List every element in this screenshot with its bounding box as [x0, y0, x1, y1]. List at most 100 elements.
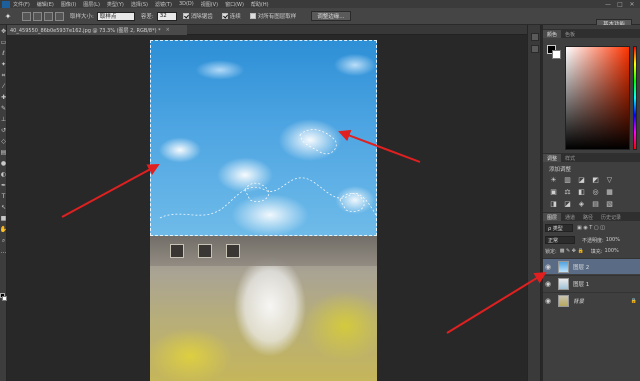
- layer-kind-filter[interactable]: ρ 类型: [545, 224, 573, 232]
- new-selection-icon[interactable]: [22, 11, 31, 21]
- close-tab-icon[interactable]: ×: [166, 27, 170, 33]
- opacity-value[interactable]: 100%: [606, 237, 620, 243]
- antialias-label: 消除锯齿: [190, 14, 213, 20]
- brush-tool-icon[interactable]: ✎: [0, 104, 7, 113]
- antialias-checkbox[interactable]: [182, 13, 189, 19]
- intersect-selection-icon[interactable]: [55, 11, 64, 21]
- gradient-tool-icon[interactable]: ▤: [0, 148, 7, 157]
- menu-help[interactable]: 帮助(H): [251, 1, 269, 8]
- lock-label: 锁定:: [545, 248, 557, 255]
- pen-tool-icon[interactable]: ✒: [0, 181, 7, 190]
- magic-wand-tool-icon[interactable]: ✦: [2, 11, 14, 22]
- contiguous-checkbox[interactable]: [221, 13, 228, 19]
- menu-filter[interactable]: 滤镜(T): [155, 1, 172, 8]
- maximize-button[interactable]: □: [614, 0, 626, 8]
- selective-color-icon[interactable]: ▧: [605, 199, 614, 208]
- path-select-tool-icon[interactable]: ↖: [0, 203, 7, 212]
- add-selection-icon[interactable]: [33, 11, 42, 21]
- filter-icons[interactable]: ▣ ◉ T ▢ ◫: [577, 225, 605, 231]
- sample-all-layers-checkbox[interactable]: [249, 13, 256, 19]
- layer-name: 图层 1: [573, 281, 590, 288]
- menu-layer[interactable]: 图层(L): [83, 1, 100, 8]
- magic-wand-tool-icon[interactable]: ✦: [0, 60, 7, 69]
- minimize-button[interactable]: —: [602, 0, 614, 8]
- history-brush-tool-icon[interactable]: ↺: [0, 126, 7, 135]
- history-panel-icon[interactable]: [531, 33, 539, 41]
- black-white-icon[interactable]: ◧: [577, 187, 586, 196]
- refine-edge-button[interactable]: 调整边缘...: [311, 11, 351, 21]
- subtract-selection-icon[interactable]: [44, 11, 53, 21]
- healing-tool-icon[interactable]: ✚: [0, 93, 7, 102]
- window-controls: — □ ✕: [602, 0, 638, 8]
- sample-size-select[interactable]: 取样点: [96, 11, 135, 21]
- brightness-contrast-icon[interactable]: ☀: [549, 175, 558, 184]
- move-tool-icon[interactable]: ✥: [0, 27, 7, 36]
- levels-icon[interactable]: ▥: [563, 175, 572, 184]
- menu-window[interactable]: 窗口(W): [225, 1, 244, 8]
- menu-3d[interactable]: 3D(D): [179, 1, 194, 7]
- tolerance-label: 容差:: [140, 14, 154, 20]
- vibrance-icon[interactable]: ▽: [605, 175, 614, 184]
- tab-paths[interactable]: 路径: [579, 213, 597, 221]
- color-picker-field[interactable]: [565, 46, 630, 150]
- invert-icon[interactable]: ◨: [549, 199, 558, 208]
- close-button[interactable]: ✕: [626, 0, 638, 8]
- menu-type[interactable]: 类型(Y): [107, 1, 124, 8]
- menu-view[interactable]: 视图(V): [201, 1, 218, 8]
- zoom-tool-icon[interactable]: ⌕: [0, 236, 7, 245]
- eyedropper-tool-icon[interactable]: ⁄: [0, 82, 7, 91]
- posterize-icon[interactable]: ◪: [563, 199, 572, 208]
- tab-history[interactable]: 历史记录: [597, 213, 625, 221]
- layer-row[interactable]: ◉ 图层 1: [543, 275, 640, 291]
- stamp-tool-icon[interactable]: ⊥: [0, 115, 7, 124]
- type-tool-icon[interactable]: T: [0, 192, 7, 201]
- adjustments-panel: 调整 样式 添加调整 ☀ ▥ ◪ ◩ ▽ ▣ ⚖ ◧ ◎ ▦ ◨ ◪ ◈ ▤ ▧: [543, 153, 640, 211]
- layer-row[interactable]: ◉ 图层 2: [543, 258, 640, 274]
- fill-label: 填充:: [590, 248, 603, 255]
- tab-channels[interactable]: 通道: [561, 213, 579, 221]
- channel-mixer-icon[interactable]: ▦: [605, 187, 614, 196]
- tolerance-input[interactable]: 32: [156, 11, 177, 21]
- tab-adjustments[interactable]: 调整: [543, 154, 562, 162]
- lock-icon: 🔒: [630, 297, 637, 304]
- lasso-tool-icon[interactable]: ℓ: [0, 49, 7, 58]
- layer-row[interactable]: ◉ 背景 🔒: [543, 292, 640, 308]
- marquee-tool-icon[interactable]: ▭: [0, 38, 7, 47]
- properties-panel-icon[interactable]: [531, 45, 539, 53]
- background-color-chip[interactable]: [552, 50, 561, 59]
- tab-layers[interactable]: 图层: [543, 213, 562, 221]
- background-color-swatch[interactable]: [2, 296, 7, 301]
- hue-saturation-icon[interactable]: ▣: [549, 187, 558, 196]
- menu-image[interactable]: 图像(I): [61, 1, 76, 8]
- visibility-eye-icon[interactable]: ◉: [543, 280, 553, 288]
- adjustment-icon-grid: ☀ ▥ ◪ ◩ ▽ ▣ ⚖ ◧ ◎ ▦ ◨ ◪ ◈ ▤ ▧: [549, 175, 634, 208]
- photo-filter-icon[interactable]: ◎: [591, 187, 600, 196]
- tab-styles[interactable]: 样式: [561, 154, 579, 162]
- curves-icon[interactable]: ◪: [577, 175, 586, 184]
- more-tools-icon[interactable]: …: [0, 247, 7, 256]
- tab-swatches[interactable]: 色板: [561, 30, 579, 38]
- visibility-eye-icon[interactable]: ◉: [543, 297, 553, 305]
- color-balance-icon[interactable]: ⚖: [563, 187, 572, 196]
- fill-value[interactable]: 100%: [604, 248, 618, 254]
- hue-slider[interactable]: [633, 46, 637, 150]
- exposure-icon[interactable]: ◩: [591, 175, 600, 184]
- crop-tool-icon[interactable]: ⌗: [0, 71, 7, 80]
- hand-tool-icon[interactable]: ✋: [0, 225, 7, 234]
- tab-color[interactable]: 颜色: [543, 30, 562, 38]
- dodge-tool-icon[interactable]: ◐: [0, 170, 7, 179]
- shape-tool-icon[interactable]: ■: [0, 214, 7, 223]
- menu-edit[interactable]: 编辑(E): [37, 1, 54, 8]
- document-tab[interactable]: 40_459550_86b0e5937e162.jpg @ 73.3% (图层 …: [7, 25, 187, 35]
- menu-select[interactable]: 选择(S): [131, 1, 148, 8]
- lock-icons[interactable]: ▩ ✎ ✥ 🔒: [560, 248, 584, 254]
- document-tab-bar: 40_459550_86b0e5937e162.jpg @ 73.3% (图层 …: [7, 25, 527, 35]
- blur-tool-icon[interactable]: ●: [0, 159, 7, 168]
- visibility-eye-icon[interactable]: ◉: [543, 263, 553, 271]
- gradient-map-icon[interactable]: ▤: [591, 199, 600, 208]
- threshold-icon[interactable]: ◈: [577, 199, 586, 208]
- menu-file[interactable]: 文件(F): [13, 1, 30, 8]
- document-canvas[interactable]: [150, 40, 377, 381]
- eraser-tool-icon[interactable]: ◇: [0, 137, 7, 146]
- blend-mode-select[interactable]: 正常: [545, 236, 575, 244]
